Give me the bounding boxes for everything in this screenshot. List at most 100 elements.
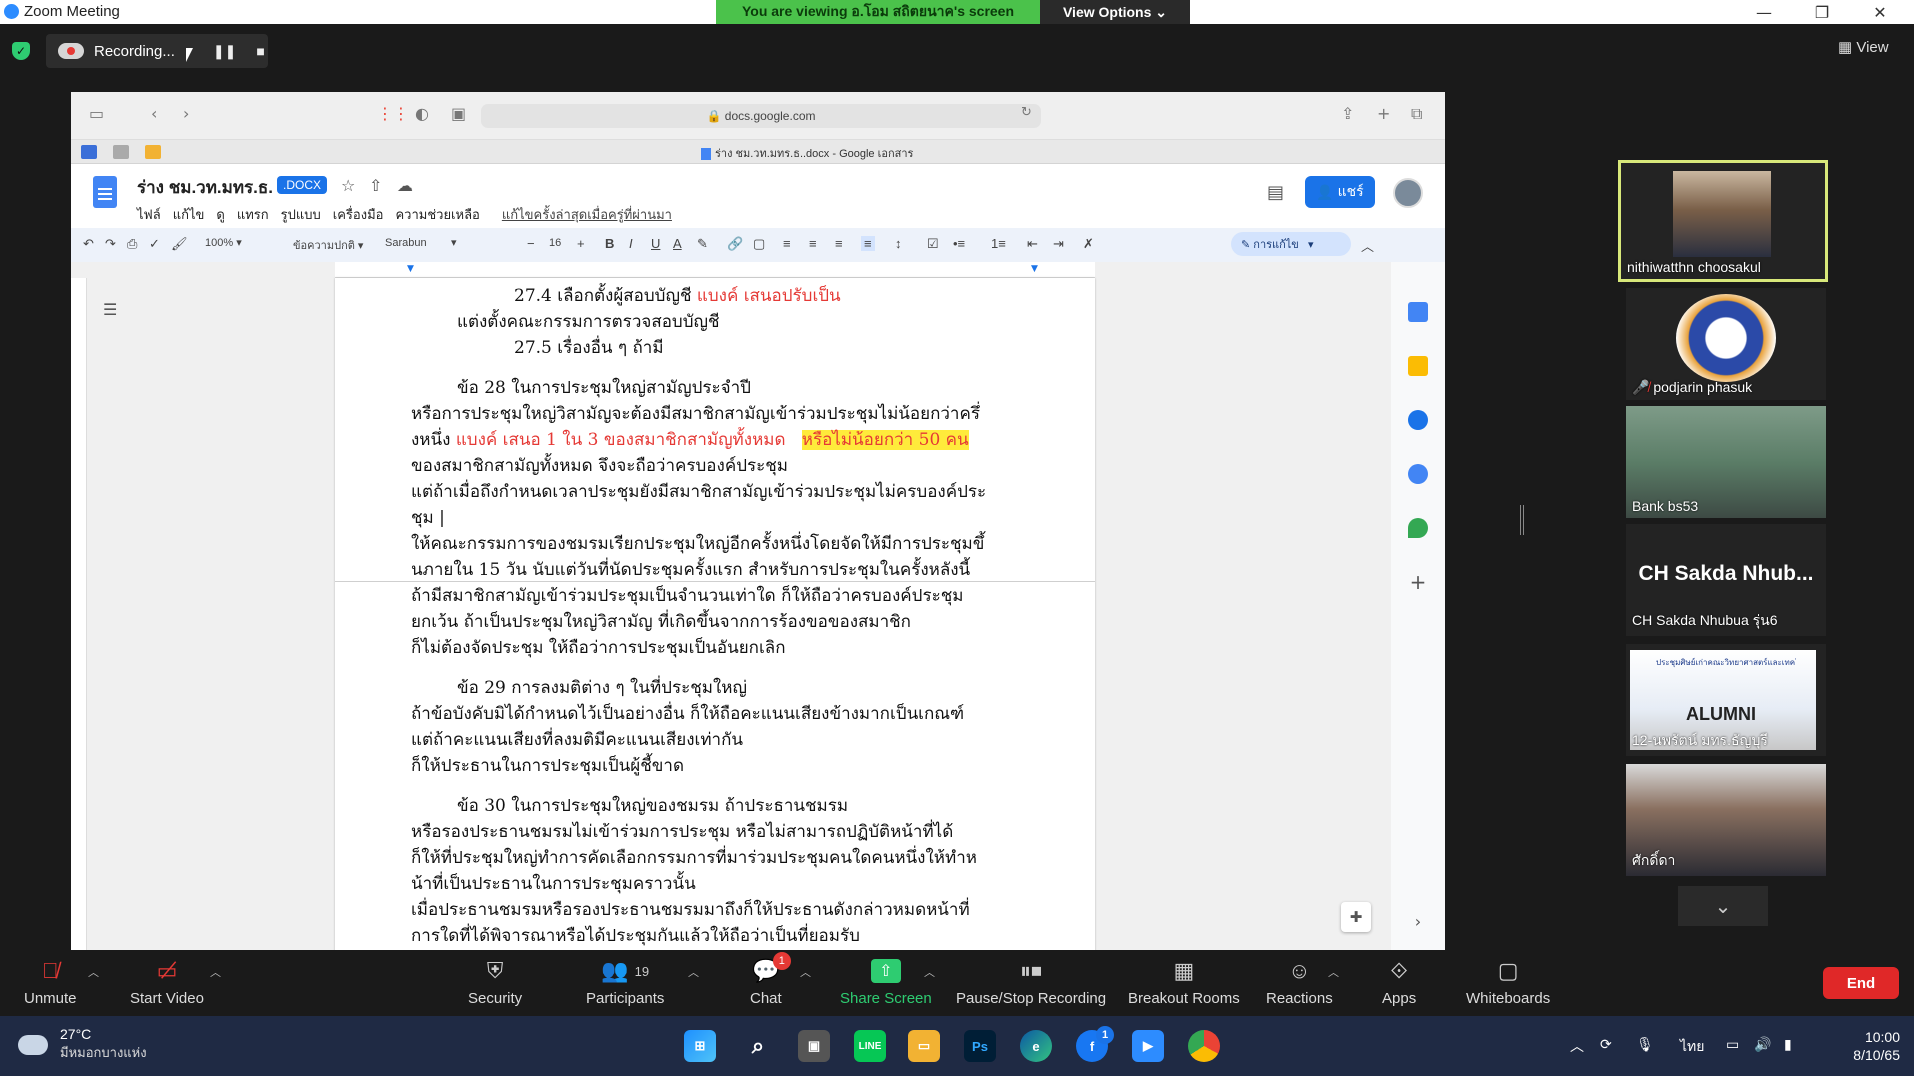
document-title[interactable]: ร่าง ชม.วท.มทร.ธ. [137, 174, 273, 201]
tasks-icon[interactable] [1408, 410, 1428, 430]
font-size-decrease-icon[interactable]: − [527, 236, 535, 251]
pinned-tab-icon[interactable] [145, 145, 161, 159]
audio-options-caret-icon[interactable]: ︿ [88, 964, 99, 980]
bold-icon[interactable]: B [605, 236, 614, 251]
calendar-icon[interactable] [1408, 302, 1428, 322]
video-options-caret-icon[interactable]: ︿ [210, 964, 221, 980]
breakout-rooms-button[interactable]: ▦ Breakout Rooms [1128, 958, 1240, 1007]
add-addon-icon[interactable]: + [1408, 572, 1428, 592]
link-icon[interactable]: 🔗 [727, 236, 743, 252]
keep-icon[interactable] [1408, 356, 1428, 376]
start-video-button[interactable]: ▭̸ Start Video [130, 958, 204, 1007]
numbered-list-icon[interactable]: 1≡ [991, 236, 1006, 251]
last-edit-link[interactable]: แก้ไขครั้งล่าสุดเมื่อครู่ที่ผ่านมา [502, 204, 672, 225]
spellcheck-icon[interactable]: ✓ [149, 236, 160, 252]
close-icon[interactable]: ✕ [1852, 0, 1908, 24]
tab-overview-icon[interactable]: ⧉ [1411, 104, 1422, 124]
align-right-icon[interactable]: ≡ [835, 236, 843, 251]
end-meeting-button[interactable]: End [1823, 967, 1899, 999]
participant-tile[interactable]: Bank bs53 [1626, 406, 1826, 518]
undo-icon[interactable]: ↶ [83, 236, 94, 252]
participants-options-caret-icon[interactable]: ︿ [688, 964, 699, 980]
line-app-icon[interactable]: LINE [854, 1030, 886, 1062]
redo-icon[interactable]: ↷ [105, 236, 116, 252]
document-outline-icon[interactable]: ☰ [103, 300, 117, 319]
participant-tile[interactable]: nithiwatthn choosakul [1618, 160, 1828, 282]
star-icon[interactable]: ☆ [341, 176, 355, 195]
increase-indent-icon[interactable]: ⇥ [1053, 236, 1064, 252]
reload-icon[interactable]: ↻ [1021, 105, 1032, 120]
font-size-increase-icon[interactable]: + [577, 236, 585, 251]
line-spacing-icon[interactable]: ↕ [895, 236, 902, 251]
menu-view[interactable]: ดู [216, 204, 224, 225]
restore-icon[interactable]: ❐ [1794, 0, 1850, 24]
participant-tile[interactable]: 🎤̸ podjarin phasuk [1626, 288, 1826, 400]
sync-icon[interactable]: ⟳ [1600, 1036, 1612, 1053]
input-language[interactable]: ไทย [1680, 1036, 1704, 1058]
extension-icon[interactable]: ▣ [451, 104, 466, 123]
network-icon[interactable]: ▭ [1726, 1036, 1739, 1053]
menu-edit[interactable]: แก้ไข [173, 204, 205, 225]
text-color-icon[interactable]: A [673, 236, 682, 251]
contacts-icon[interactable] [1408, 464, 1428, 484]
weather-widget[interactable]: 27°C มีหมอกบางแห่ง [18, 1026, 147, 1063]
minimize-icon[interactable]: — [1736, 0, 1792, 24]
unmute-button[interactable]: 🎙̸ Unmute [24, 958, 77, 1007]
file-explorer-icon[interactable]: ▭ [908, 1030, 940, 1062]
volume-icon[interactable]: 🔊 [1754, 1036, 1771, 1053]
reactions-button[interactable]: ☺ Reactions [1266, 958, 1333, 1007]
forward-icon[interactable]: › [183, 104, 189, 123]
share-options-caret-icon[interactable]: ︿ [924, 964, 935, 980]
print-icon[interactable]: ⎙ [127, 236, 137, 252]
indent-marker-icon[interactable]: ▼ [1031, 264, 1038, 274]
align-left-icon[interactable]: ≡ [783, 236, 791, 251]
search-icon[interactable]: ⌕ [742, 1030, 774, 1062]
facebook-icon[interactable]: f1 [1076, 1026, 1114, 1062]
font-select[interactable]: Sarabun ▾ [385, 236, 457, 249]
participant-tile[interactable]: ศักดิ์ดา [1626, 764, 1826, 876]
font-size-input[interactable]: 16 [549, 237, 561, 249]
cloud-status-icon[interactable]: ☁ [397, 176, 413, 195]
chat-options-caret-icon[interactable]: ︿ [800, 964, 811, 980]
windows-start-icon[interactable]: ⊞ [684, 1030, 716, 1062]
apps-button[interactable]: ⟐ Apps [1382, 958, 1416, 1007]
comment-add-icon[interactable]: ▢ [753, 236, 765, 252]
move-icon[interactable]: ⇧ [369, 176, 382, 195]
horizontal-ruler[interactable]: ▼ ▼ [335, 262, 1095, 278]
stop-recording-icon[interactable]: ■ [256, 43, 264, 59]
photoshop-icon[interactable]: Ps [964, 1030, 996, 1062]
style-select[interactable]: ข้อความปกติ ▾ [293, 236, 363, 254]
chrome-icon[interactable] [1188, 1030, 1220, 1062]
security-shield-icon[interactable]: ✓ [12, 42, 30, 60]
security-button[interactable]: ⛨ Security [468, 958, 522, 1007]
comment-history-icon[interactable]: ▤ [1267, 182, 1284, 203]
pause-stop-recording-button[interactable]: ⏸⏹ Pause/Stop Recording [956, 958, 1106, 1007]
collapse-toolbar-icon[interactable]: ︿ [1361, 236, 1374, 255]
menu-insert[interactable]: แทรก [237, 204, 269, 225]
apps-grid-icon[interactable]: ⋮⋮ [377, 104, 409, 123]
whiteboards-button[interactable]: ▢ Whiteboards [1466, 958, 1550, 1007]
zoom-select[interactable]: 100% ▾ [205, 236, 242, 249]
maps-icon[interactable] [1408, 518, 1428, 538]
new-tab-icon[interactable]: + [1377, 104, 1390, 123]
address-bar[interactable]: 🔒 docs.google.com [481, 104, 1041, 128]
mic-tray-icon[interactable]: 🎙 [1636, 1036, 1654, 1053]
scroll-participants-down-icon[interactable]: ⌄ [1678, 886, 1768, 926]
italic-icon[interactable]: I [629, 236, 633, 251]
zoom-taskbar-icon[interactable]: ▶ [1132, 1030, 1164, 1062]
decrease-indent-icon[interactable]: ⇤ [1027, 236, 1038, 252]
pinned-tab-icon[interactable] [113, 145, 129, 159]
pause-recording-icon[interactable]: ❚❚ [213, 43, 236, 60]
task-view-icon[interactable]: ▣ [798, 1030, 830, 1062]
share-screen-button[interactable]: ⇧ Share Screen [840, 958, 932, 1007]
chat-button[interactable]: 💬 1 Chat [750, 952, 791, 1007]
menu-file[interactable]: ไฟล์ [137, 204, 161, 225]
share-button[interactable]: 👤 แชร์ [1305, 176, 1375, 208]
indent-marker-icon[interactable]: ▼ [407, 264, 414, 274]
share-sheet-icon[interactable]: ⇪ [1341, 104, 1354, 123]
checklist-icon[interactable]: ☑ [927, 236, 939, 252]
explore-icon[interactable]: ✚ [1341, 902, 1371, 932]
back-icon[interactable]: ‹ [151, 104, 157, 123]
active-tab-title[interactable]: ร่าง ชม.วท.มทร.ธ..docx - Google เอกสาร [701, 144, 913, 162]
sidebar-icon[interactable]: ▭ [89, 104, 104, 123]
